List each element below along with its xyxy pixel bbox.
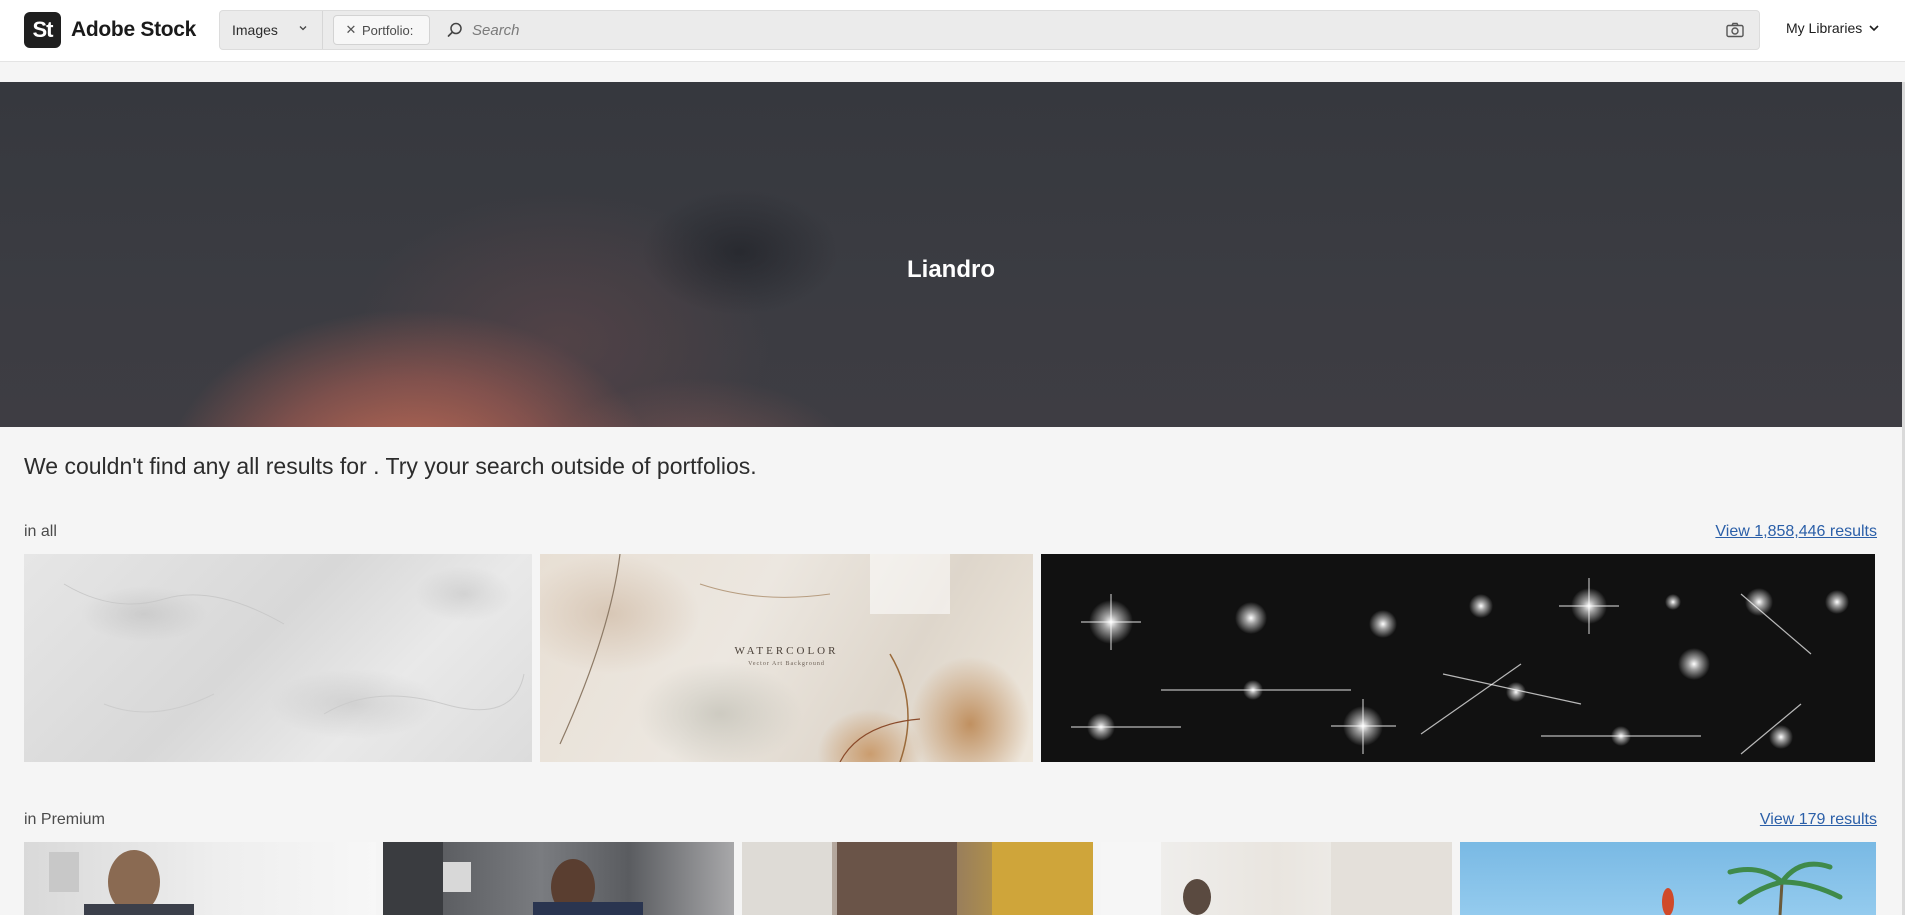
portfolio-chip-label: Portfolio: xyxy=(362,22,414,38)
premium-thumbnail-2[interactable] xyxy=(383,842,734,915)
logo-text: Adobe Stock xyxy=(71,18,197,41)
premium-thumbnail-4[interactable] xyxy=(1101,842,1452,915)
remove-filter-icon[interactable]: ✕ xyxy=(340,19,362,41)
portfolio-hero-banner: Liandro xyxy=(0,82,1902,427)
logo-mark-icon: St xyxy=(24,12,61,48)
watercolor-title-text: WATERCOLOR xyxy=(734,645,839,657)
premium-photo-3 xyxy=(742,842,1093,915)
premium-photo-4 xyxy=(1101,842,1452,915)
asset-type-dropdown[interactable]: Images xyxy=(220,11,323,49)
section-label-premium: in Premium xyxy=(24,811,105,828)
premium-photo-5 xyxy=(1662,861,1843,915)
view-all-results-link[interactable]: View 1,858,446 results xyxy=(1715,523,1877,541)
light-flares-image xyxy=(1071,578,1849,755)
search-input[interactable] xyxy=(472,12,1725,48)
camera-search-icon[interactable] xyxy=(1725,21,1745,39)
adobe-stock-logo[interactable]: St Adobe Stock xyxy=(24,12,196,48)
top-header: St Adobe Stock Images ✕ Portfolio: My Li… xyxy=(0,0,1905,62)
view-premium-results-link[interactable]: View 179 results xyxy=(1760,811,1877,829)
premium-thumbnail-1[interactable] xyxy=(24,842,376,915)
chevron-down-icon xyxy=(1869,25,1879,32)
result-thumbnail-watercolor[interactable]: WATERCOLOR Vector Art Background xyxy=(540,554,1033,762)
portfolio-title: Liandro xyxy=(907,256,995,283)
my-libraries-label: My Libraries xyxy=(1786,20,1863,36)
watercolor-subtitle-text: Vector Art Background xyxy=(748,661,825,667)
watercolor-image xyxy=(559,554,950,762)
portfolio-filter-chip: ✕ Portfolio: xyxy=(333,15,430,45)
marble-texture-image xyxy=(63,583,525,715)
premium-thumbnail-3[interactable] xyxy=(742,842,1093,915)
search-bar: Images ✕ Portfolio: xyxy=(219,10,1760,50)
asset-type-label: Images xyxy=(232,22,278,38)
result-thumbnail-marble[interactable] xyxy=(24,554,532,762)
premium-photo-1 xyxy=(49,850,194,915)
section-label-all: in all xyxy=(24,523,57,540)
search-icon xyxy=(447,22,462,37)
my-libraries-menu[interactable]: My Libraries xyxy=(1786,20,1880,36)
premium-thumbnail-5[interactable] xyxy=(1460,842,1876,915)
premium-photo-2 xyxy=(383,842,643,915)
result-thumbnail-light-flares[interactable] xyxy=(1041,554,1875,762)
chevron-down-icon xyxy=(299,26,307,31)
no-results-message: We couldn't find any all results for . T… xyxy=(24,453,757,479)
